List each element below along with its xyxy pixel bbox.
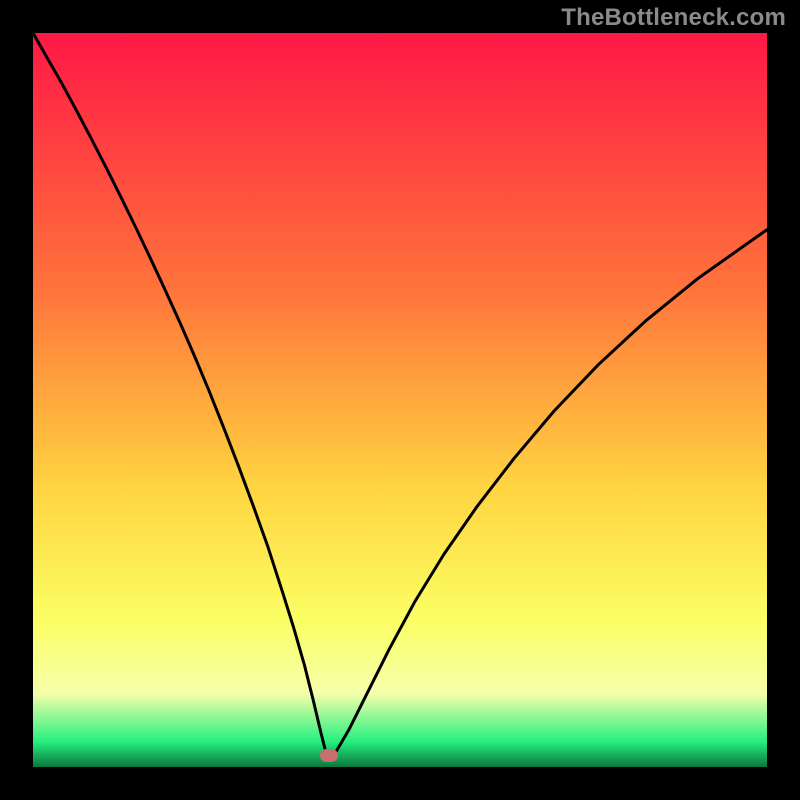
gradient-background [33, 33, 767, 767]
optimal-point-marker [320, 749, 338, 762]
bottleneck-plot [0, 0, 800, 800]
figure-frame: TheBottleneck.com [0, 0, 800, 800]
watermark-text: TheBottleneck.com [561, 4, 786, 32]
